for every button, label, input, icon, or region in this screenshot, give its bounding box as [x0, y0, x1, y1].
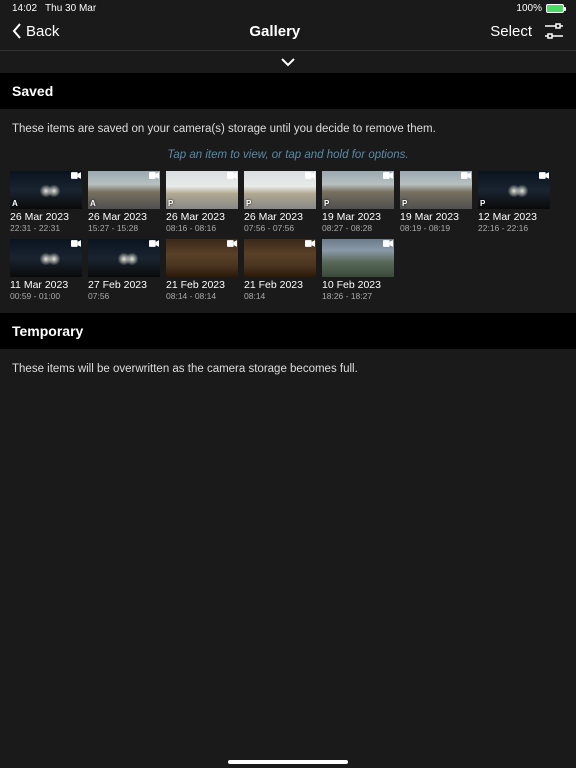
thumbnail-image: P	[322, 171, 394, 209]
item-time: 07:56 - 07:56	[244, 223, 316, 233]
thumbnail-image: P	[244, 171, 316, 209]
gallery-item[interactable]: P 26 Mar 2023 08:16 - 08:16	[166, 171, 238, 233]
temporary-section-header: Temporary	[0, 313, 576, 349]
item-time: 15:27 - 15:28	[88, 223, 160, 233]
gallery-hint: Tap an item to view, or tap and hold for…	[0, 145, 576, 171]
item-time: 07:56	[88, 291, 160, 301]
camera-icon	[227, 240, 237, 247]
gallery-item[interactable]: 11 Mar 2023 00:59 - 01:00	[10, 239, 82, 301]
item-date: 19 Mar 2023	[322, 211, 394, 223]
thumbnail-image: P	[400, 171, 472, 209]
item-date: 26 Mar 2023	[88, 211, 160, 223]
battery-icon	[546, 4, 564, 13]
camera-icon	[227, 172, 237, 179]
type-badge: P	[324, 199, 329, 208]
camera-icon	[383, 172, 393, 179]
item-date: 26 Mar 2023	[166, 211, 238, 223]
camera-icon	[461, 172, 471, 179]
type-badge: A	[90, 199, 96, 208]
status-date: Thu 30 Mar	[45, 3, 96, 14]
back-label: Back	[26, 23, 59, 40]
filter-icon[interactable]	[544, 22, 564, 40]
item-date: 10 Feb 2023	[322, 279, 394, 291]
item-date: 21 Feb 2023	[244, 279, 316, 291]
camera-icon	[305, 240, 315, 247]
saved-grid: A 26 Mar 2023 22:31 - 22:31 A 26 Mar 202…	[0, 171, 576, 313]
status-bar: 14:02 Thu 30 Mar 100%	[0, 0, 576, 16]
item-time: 22:16 - 22:16	[478, 223, 550, 233]
thumbnail-image: P	[478, 171, 550, 209]
camera-icon	[71, 240, 81, 247]
temporary-section-desc: These items will be overwritten as the c…	[0, 349, 576, 385]
type-badge: P	[402, 199, 407, 208]
type-badge: P	[246, 199, 251, 208]
item-date: 19 Mar 2023	[400, 211, 472, 223]
gallery-item[interactable]: 21 Feb 2023 08:14	[244, 239, 316, 301]
camera-icon	[71, 172, 81, 179]
type-badge: P	[168, 199, 173, 208]
thumbnail-image	[166, 239, 238, 277]
thumbnail-image	[88, 239, 160, 277]
gallery-item[interactable]: 21 Feb 2023 08:14 - 08:14	[166, 239, 238, 301]
item-time: 08:14 - 08:14	[166, 291, 238, 301]
gallery-item[interactable]: P 19 Mar 2023 08:27 - 08:28	[322, 171, 394, 233]
item-time: 08:14	[244, 291, 316, 301]
chevron-down-icon	[280, 57, 296, 67]
gallery-item[interactable]: P 26 Mar 2023 07:56 - 07:56	[244, 171, 316, 233]
home-indicator[interactable]	[228, 760, 348, 764]
status-time: 14:02	[12, 3, 37, 14]
item-date: 26 Mar 2023	[10, 211, 82, 223]
page-title: Gallery	[249, 23, 300, 40]
gallery-item[interactable]: P 12 Mar 2023 22:16 - 22:16	[478, 171, 550, 233]
camera-icon	[149, 172, 159, 179]
back-button[interactable]: Back	[12, 23, 59, 40]
item-time: 08:27 - 08:28	[322, 223, 394, 233]
gallery-item[interactable]: A 26 Mar 2023 15:27 - 15:28	[88, 171, 160, 233]
camera-icon	[305, 172, 315, 179]
gallery-item[interactable]: P 19 Mar 2023 08:19 - 08:19	[400, 171, 472, 233]
thumbnail-image: P	[166, 171, 238, 209]
chevron-left-icon	[12, 23, 22, 39]
battery-percent: 100%	[516, 3, 542, 14]
type-badge: P	[480, 199, 485, 208]
item-date: 12 Mar 2023	[478, 211, 550, 223]
camera-icon	[539, 172, 549, 179]
thumbnail-image	[244, 239, 316, 277]
item-time: 18:26 - 18:27	[322, 291, 394, 301]
item-time: 22:31 - 22:31	[10, 223, 82, 233]
nav-bar: Back Gallery Select	[0, 16, 576, 51]
item-date: 27 Feb 2023	[88, 279, 160, 291]
item-date: 11 Mar 2023	[10, 279, 82, 291]
gallery-item[interactable]: 10 Feb 2023 18:26 - 18:27	[322, 239, 394, 301]
gallery-item[interactable]: A 26 Mar 2023 22:31 - 22:31	[10, 171, 82, 233]
saved-section-desc: These items are saved on your camera(s) …	[0, 109, 576, 145]
type-badge: A	[12, 199, 18, 208]
select-button[interactable]: Select	[490, 23, 532, 40]
saved-section-header: Saved	[0, 73, 576, 109]
item-time: 08:19 - 08:19	[400, 223, 472, 233]
camera-icon	[149, 240, 159, 247]
thumbnail-image	[322, 239, 394, 277]
item-time: 00:59 - 01:00	[10, 291, 82, 301]
item-date: 21 Feb 2023	[166, 279, 238, 291]
camera-icon	[383, 240, 393, 247]
thumbnail-image	[10, 239, 82, 277]
thumbnail-image: A	[88, 171, 160, 209]
item-time: 08:16 - 08:16	[166, 223, 238, 233]
expand-toggle[interactable]	[0, 51, 576, 73]
thumbnail-image: A	[10, 171, 82, 209]
item-date: 26 Mar 2023	[244, 211, 316, 223]
gallery-item[interactable]: 27 Feb 2023 07:56	[88, 239, 160, 301]
